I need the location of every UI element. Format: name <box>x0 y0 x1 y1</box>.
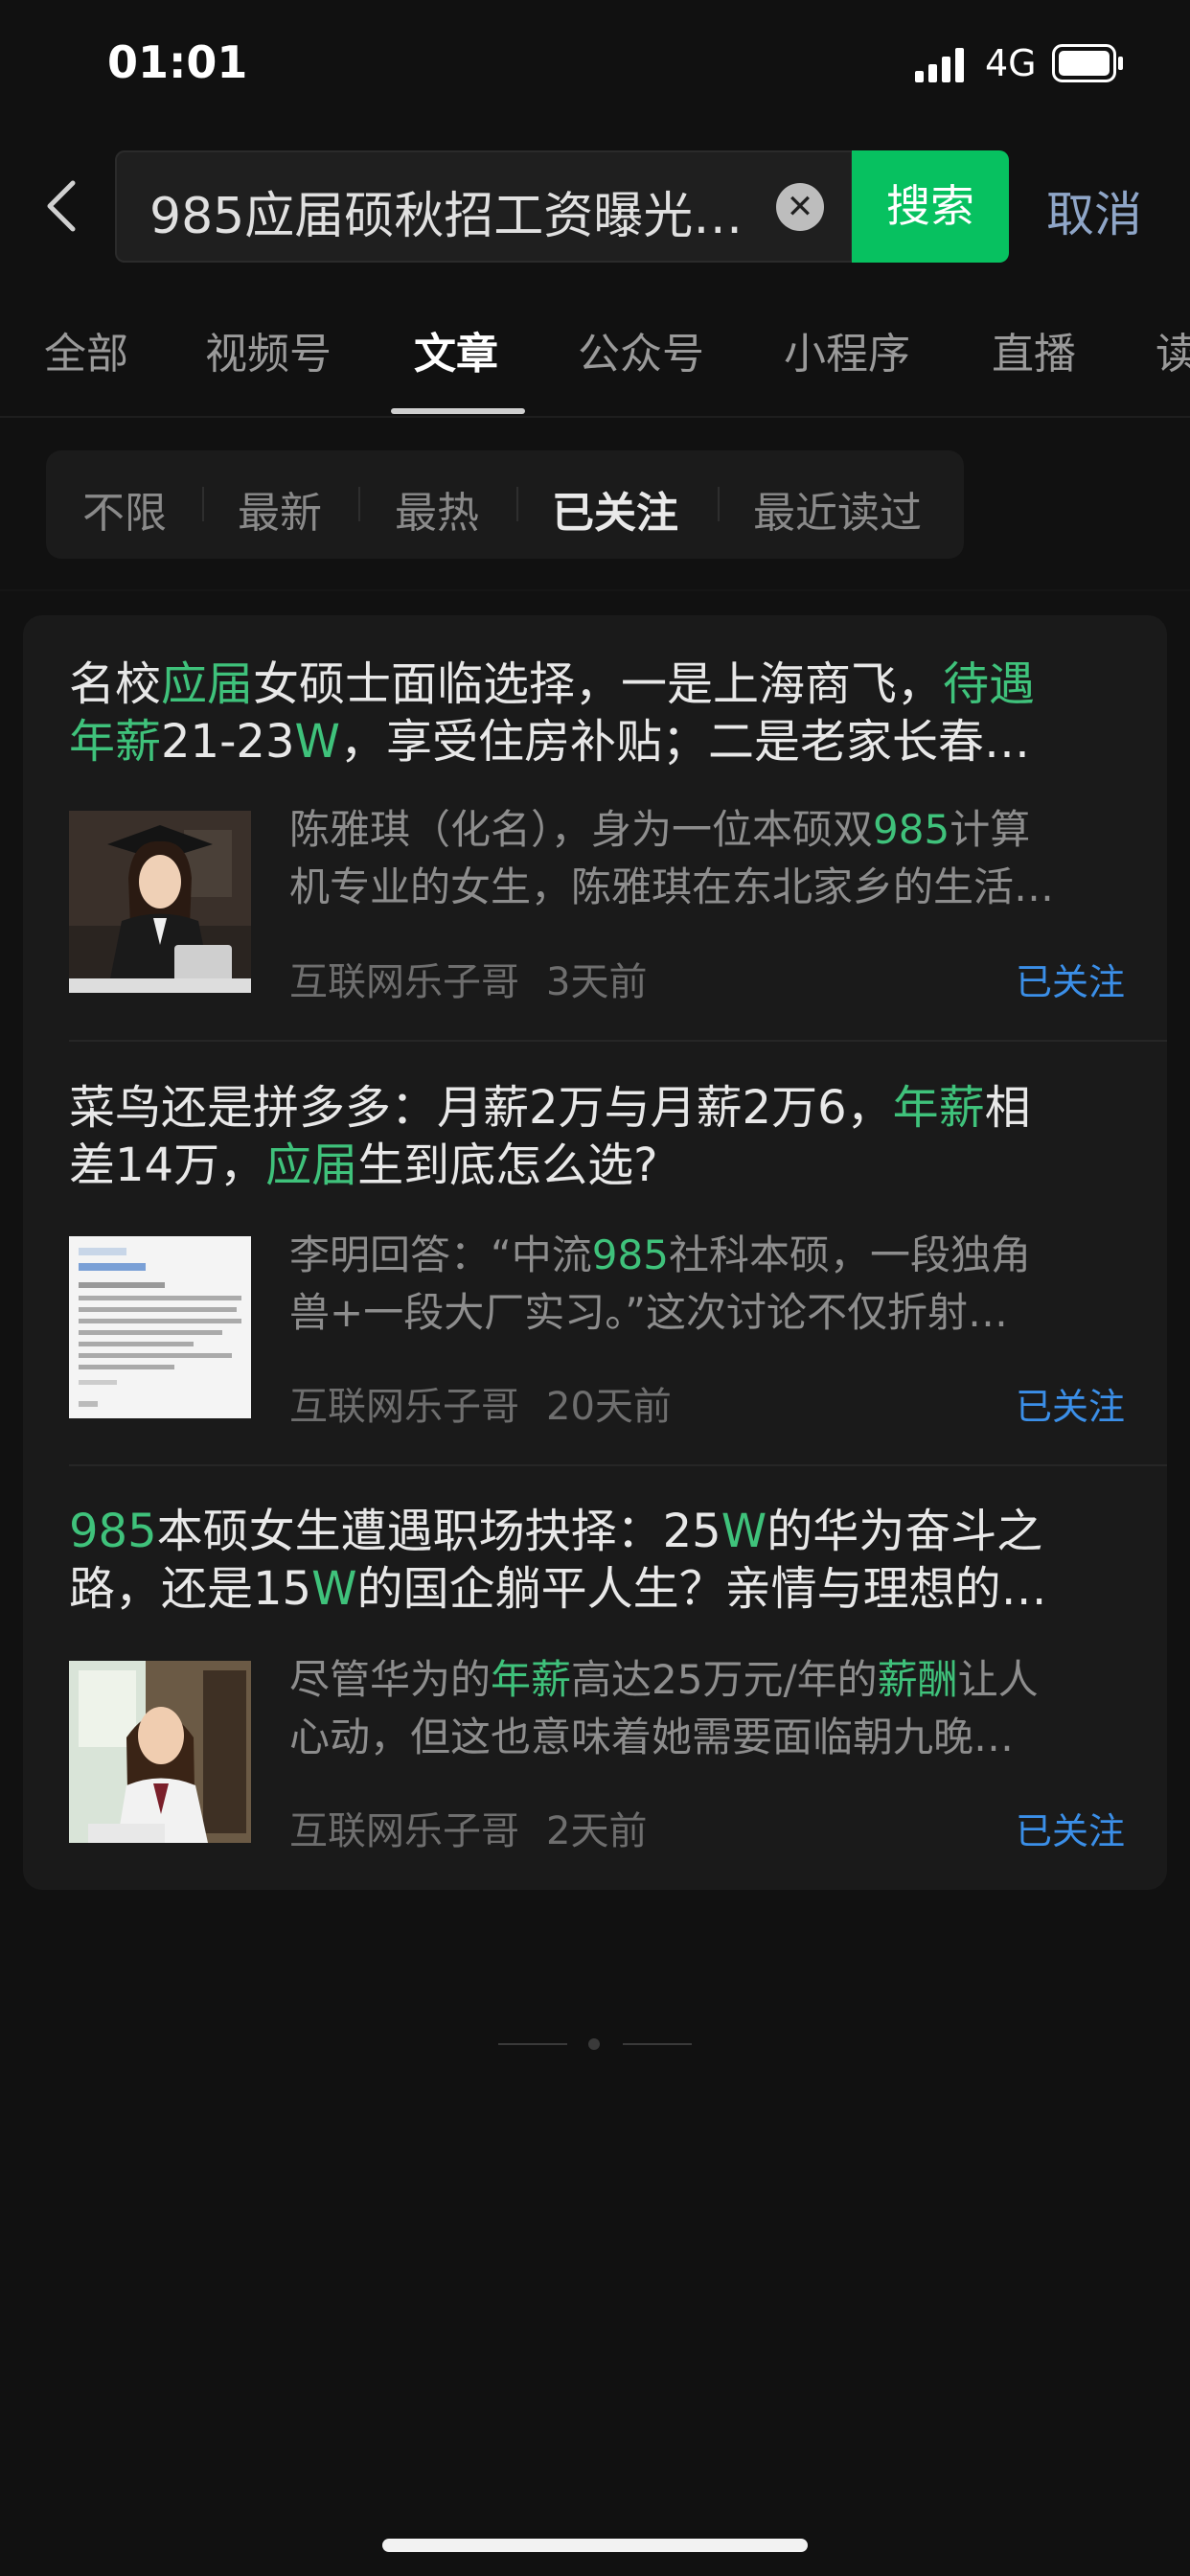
article-time: 20天前 <box>546 1385 672 1429</box>
article-summary-line: 尽管华为的年薪高达25万元/年的薪酬让人 <box>289 1656 1039 1703</box>
article-summary: 陈雅琪（化名），身为一位本硕双985计算 机专业的女生，陈雅琪在东北家乡的生活… <box>289 801 1133 916</box>
end-of-list-line <box>623 2043 692 2045</box>
filter-hottest[interactable]: 最热 <box>395 478 479 540</box>
search-query-text[interactable]: 985应届硕秋招工资曝光… <box>149 175 753 247</box>
filter-separator <box>718 487 720 521</box>
article-title[interactable]: 985本硕女生遭遇职场抉择：25W的华为奋斗之 路，还是15W的国企躺平人生？亲… <box>69 1503 1123 1618</box>
keyword-highlight: 年薪 <box>491 1656 572 1703</box>
article-meta: 互联网乐子哥 3天前 <box>289 951 647 1006</box>
article-summary-line: 李明回答：“中流985社科本硕，一段独角 <box>289 1231 1031 1278</box>
article-title-line: 菜鸟还是拼多多：月薪2万与月薪2万6，年薪相 <box>69 1081 1031 1135</box>
cancel-button[interactable]: 取消 <box>1046 176 1142 245</box>
end-of-list-dot <box>588 2038 600 2050</box>
keyword-highlight: 应届 <box>161 657 254 711</box>
article-title-line: 差14万，应届生到底怎么选? <box>69 1138 658 1192</box>
article-title-line: 年薪21-23W，享受住房补贴；二是老家长春… <box>69 715 1030 769</box>
signal-icon <box>915 48 964 82</box>
article-title-line: 路，还是15W的国企躺平人生？亲情与理想的… <box>69 1562 1047 1616</box>
article-author[interactable]: 互联网乐子哥 <box>289 1385 519 1429</box>
clear-icon[interactable]: ✕ <box>776 183 824 231</box>
article-time: 2天前 <box>546 1809 648 1853</box>
article-title-line: 985本硕女生遭遇职场抉择：25W的华为奋斗之 <box>69 1505 1043 1558</box>
search-button[interactable]: 搜索 <box>852 150 1009 263</box>
article-summary: 李明回答：“中流985社科本硕，一段独角 兽+一段大厂实习。”这次讨论不仅折射… <box>289 1227 1133 1342</box>
battery-icon <box>1052 44 1123 82</box>
filter-separator <box>516 487 518 521</box>
tab-all[interactable]: 全部 <box>44 319 128 380</box>
filter-separator <box>202 487 204 521</box>
followed-badge: 已关注 <box>1016 961 1126 1003</box>
keyword-highlight: 待遇 <box>943 657 1036 711</box>
keyword-highlight: W <box>311 1562 357 1616</box>
keyword-highlight: 985 <box>69 1505 157 1558</box>
article-thumbnail[interactable] <box>69 811 251 993</box>
article-summary: 尽管华为的年薪高达25万元/年的薪酬让人 心动，但这也意味着她需要面临朝九晚… <box>289 1651 1133 1766</box>
keyword-highlight: 年薪 <box>892 1081 985 1135</box>
article-title[interactable]: 菜鸟还是拼多多：月薪2万与月薪2万6，年薪相 差14万，应届生到底怎么选? <box>69 1079 1123 1194</box>
filter-separator <box>358 487 360 521</box>
end-of-list-line <box>498 2043 567 2045</box>
home-indicator[interactable] <box>382 2539 808 2552</box>
article-summary-line: 机专业的女生，陈雅琪在东北家乡的生活… <box>289 863 1055 910</box>
back-arrow-icon[interactable] <box>38 177 86 235</box>
keyword-highlight: 薪酬 <box>877 1656 958 1703</box>
filter-followed[interactable]: 已关注 <box>552 478 678 540</box>
article-time: 3天前 <box>546 960 648 1004</box>
article-summary-line: 陈雅琪（化名），身为一位本硕双985计算 <box>289 806 1031 853</box>
followed-badge: 已关注 <box>1016 1386 1126 1428</box>
filter-latest[interactable]: 最新 <box>238 478 322 540</box>
keyword-highlight: W <box>294 715 340 769</box>
tab-channels[interactable]: 视频号 <box>205 319 332 380</box>
article-title[interactable]: 名校应届女硕士面临选择，一是上海商飞，待遇 年薪21-23W，享受住房补贴；二是… <box>69 656 1123 770</box>
section-divider <box>0 589 1190 591</box>
network-label: 4G <box>985 42 1037 84</box>
article-meta: 互联网乐子哥 2天前 <box>289 1800 647 1855</box>
article-title-line: 名校应届女硕士面临选择，一是上海商飞，待遇 <box>69 657 1036 711</box>
status-time: 01:01 <box>107 36 248 88</box>
tab-mini-programs[interactable]: 小程序 <box>784 319 910 380</box>
article-meta: 互联网乐子哥 20天前 <box>289 1375 672 1431</box>
keyword-highlight: 应届 <box>265 1138 358 1192</box>
tab-read[interactable]: 读 <box>1156 319 1190 380</box>
keyword-highlight: W <box>721 1505 767 1558</box>
article-thumbnail[interactable] <box>69 1236 251 1418</box>
article-divider <box>69 1464 1167 1466</box>
tab-official-accounts[interactable]: 公众号 <box>578 319 704 380</box>
tab-live[interactable]: 直播 <box>992 319 1076 380</box>
article-author[interactable]: 互联网乐子哥 <box>289 960 519 1004</box>
keyword-highlight: 985 <box>591 1231 669 1278</box>
article-divider <box>69 1040 1167 1042</box>
filter-unlimited[interactable]: 不限 <box>82 478 167 540</box>
active-tab-indicator <box>391 408 525 414</box>
article-thumbnail[interactable] <box>69 1661 251 1843</box>
tab-articles[interactable]: 文章 <box>414 319 498 380</box>
tabs-divider <box>0 416 1190 418</box>
article-summary-line: 兽+一段大厂实习。”这次讨论不仅折射… <box>289 1289 1008 1336</box>
followed-badge: 已关注 <box>1016 1810 1126 1852</box>
filter-recently-read[interactable]: 最近读过 <box>753 478 922 540</box>
keyword-highlight: 年薪 <box>69 715 162 769</box>
article-author[interactable]: 互联网乐子哥 <box>289 1809 519 1853</box>
article-summary-line: 心动，但这也意味着她需要面临朝九晚… <box>289 1714 1015 1760</box>
keyword-highlight: 985 <box>873 806 950 853</box>
